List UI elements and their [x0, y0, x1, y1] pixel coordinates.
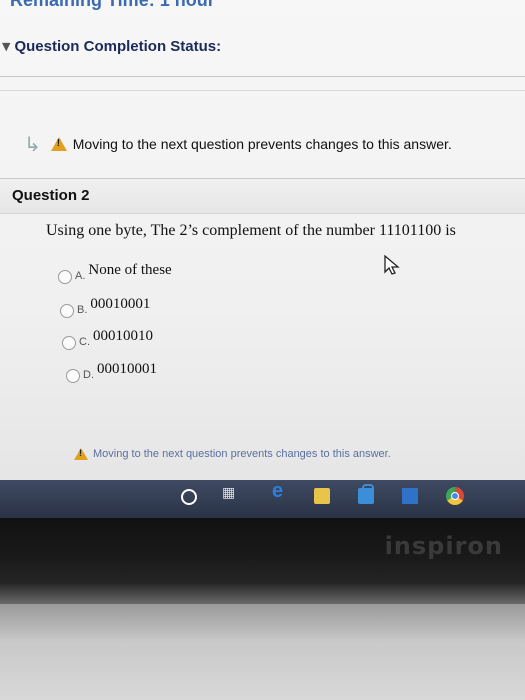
question-completion-status[interactable]: ▼ Question Completion Status: [0, 38, 221, 55]
option-text: None of these [88, 262, 172, 278]
option-b[interactable]: B. 00010001 [60, 296, 150, 318]
option-text: 00010001 [97, 361, 157, 377]
radio-button[interactable] [66, 369, 80, 383]
option-letter: A. [75, 270, 86, 282]
warning-icon [74, 448, 88, 460]
warning-text: Moving to the next question prevents cha… [93, 448, 391, 460]
question-header: Question 2 [0, 178, 525, 214]
navigation-warning: ↳ Moving to the next question prevents c… [24, 132, 452, 156]
option-d[interactable]: D. 00010001 [66, 361, 157, 383]
divider [0, 90, 525, 91]
brand-logo: inspiron [384, 532, 503, 560]
desk-surface [0, 604, 525, 700]
cortana-icon[interactable] [181, 489, 197, 505]
divider [0, 76, 525, 77]
task-view-icon[interactable]: ▦ [222, 485, 238, 501]
option-text: 00010010 [93, 328, 153, 344]
warning-icon [50, 137, 67, 151]
option-letter: D. [83, 369, 94, 381]
chrome-icon[interactable] [446, 487, 464, 505]
browser-screen: Remaining Time: 1 hour ▼ Question Comple… [0, 0, 525, 508]
option-text: 00010001 [90, 296, 151, 312]
file-explorer-icon[interactable] [314, 488, 330, 504]
radio-button[interactable] [58, 270, 72, 284]
mail-icon[interactable] [402, 488, 418, 504]
laptop-body [0, 584, 525, 604]
remaining-time-text: Remaining Time: 1 hour [10, 0, 215, 10]
chevron-down-icon[interactable]: ▼ [2, 40, 10, 53]
radio-button[interactable] [60, 304, 74, 318]
question-prompt: Using one byte, The 2’s complement of th… [46, 222, 456, 239]
option-a[interactable]: A. None of these [58, 262, 172, 284]
status-label: Question Completion Status: [14, 38, 222, 55]
question-title: Question 2 [12, 187, 90, 204]
mouse-cursor-icon [384, 254, 400, 275]
store-icon[interactable] [358, 484, 374, 504]
navigation-warning-footer: Moving to the next question prevents cha… [74, 448, 391, 460]
option-letter: B. [77, 304, 88, 316]
option-c[interactable]: C. 00010010 [62, 328, 153, 350]
radio-button[interactable] [62, 336, 76, 350]
return-arrow-icon: ↳ [24, 132, 41, 156]
option-letter: C. [79, 336, 90, 348]
warning-text: Moving to the next question prevents cha… [72, 136, 452, 152]
edge-icon[interactable]: e [272, 480, 288, 502]
